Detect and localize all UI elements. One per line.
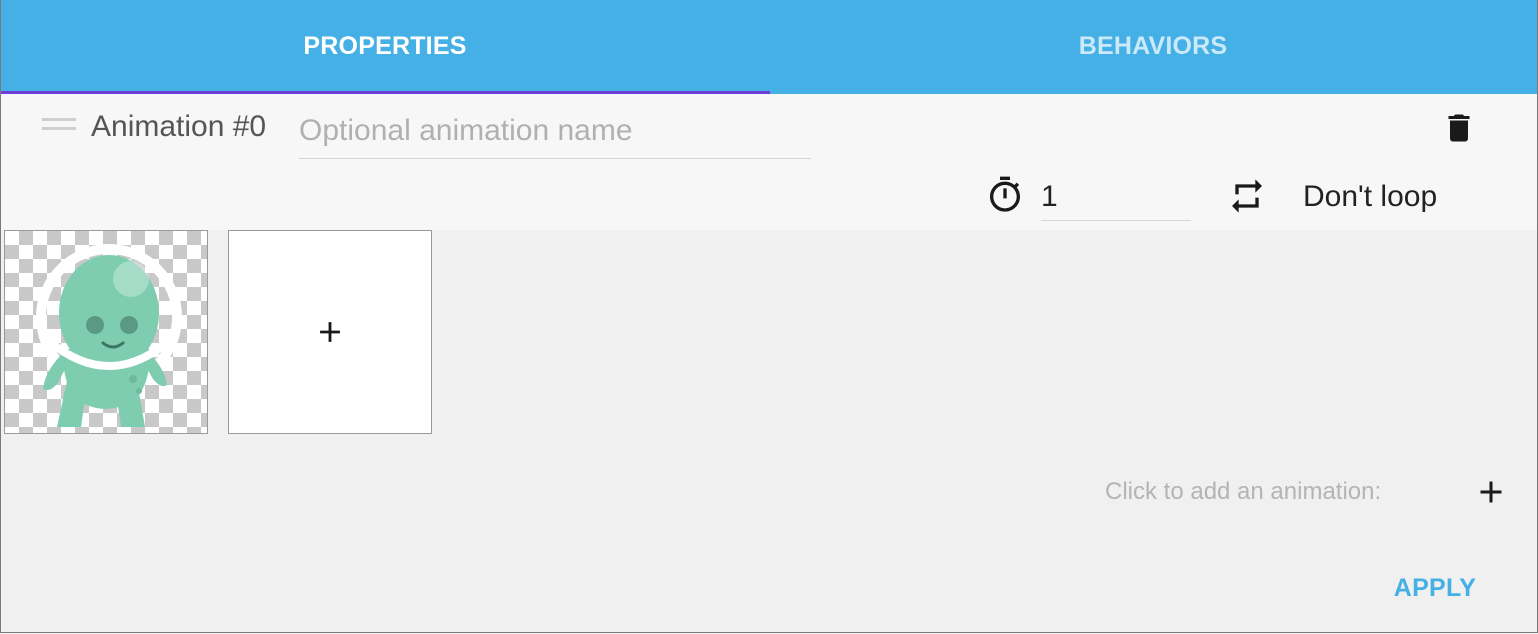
tab-bar: PROPERTIES BEHAVIORS: [1, 0, 1537, 94]
apply-button[interactable]: APPLY: [1385, 568, 1485, 608]
drag-handle-icon[interactable]: [42, 118, 76, 132]
add-animation-button[interactable]: [1473, 474, 1509, 510]
animation-label: Animation #0: [91, 110, 267, 143]
loop-icon[interactable]: [1227, 176, 1267, 216]
object-editor-panel: PROPERTIES BEHAVIORS Animation #0 Don't …: [0, 0, 1538, 633]
alien-sprite-icon: [36, 244, 182, 427]
animation-name-input[interactable]: [299, 104, 811, 159]
tab-properties[interactable]: PROPERTIES: [1, 0, 769, 94]
trash-icon[interactable]: [1441, 108, 1477, 148]
add-frame-button[interactable]: [228, 230, 432, 434]
loop-toggle-label[interactable]: Don't loop: [1303, 180, 1437, 214]
plus-icon: [320, 322, 340, 342]
sprite-frame-thumbnail[interactable]: [4, 230, 208, 434]
timer-icon: [985, 174, 1025, 216]
tab-behaviors[interactable]: BEHAVIORS: [769, 0, 1537, 94]
frame-duration-input[interactable]: [1041, 174, 1191, 221]
plus-icon: [1480, 481, 1502, 503]
animation-header: Animation #0 Don't loop: [1, 94, 1537, 230]
add-animation-label: Click to add an animation:: [1105, 478, 1382, 505]
